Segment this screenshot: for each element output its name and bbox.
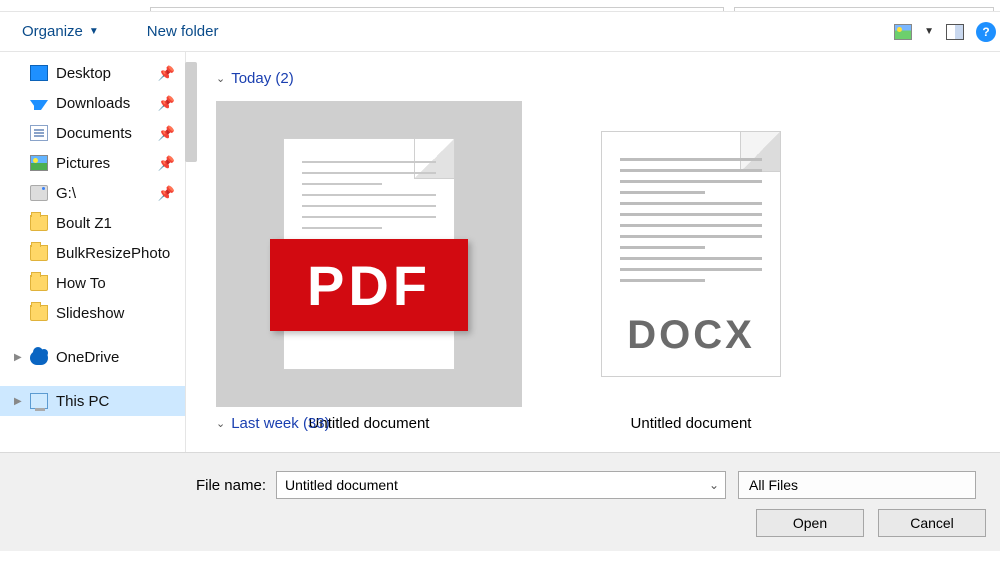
file-name: Untitled document — [602, 415, 780, 432]
downloads-icon — [30, 100, 48, 110]
pdf-thumbnail: PDF — [284, 139, 454, 369]
documents-icon — [30, 125, 48, 141]
sidebar-item-folder[interactable]: Slideshow — [0, 298, 185, 328]
navigation-sidebar: Desktop 📌 Downloads 📌 Documents 📌 Pictur… — [0, 52, 186, 452]
folder-icon — [30, 305, 48, 321]
sidebar-item-label: This PC — [56, 393, 109, 410]
new-folder-button[interactable]: New folder — [141, 19, 225, 44]
sidebar-item-label: G:\ — [56, 185, 76, 202]
pin-icon: 📌 — [158, 65, 175, 82]
sidebar-item-label: Slideshow — [56, 305, 124, 322]
drive-icon — [30, 185, 48, 201]
chevron-down-icon: ⌄ — [709, 478, 719, 492]
sidebar-item-label: Documents — [56, 125, 132, 142]
open-button[interactable]: Open — [756, 509, 864, 537]
sidebar-item-label: Pictures — [56, 155, 110, 172]
this-pc-icon — [30, 393, 48, 409]
chevron-right-icon: ▶ — [14, 396, 22, 407]
sidebar-item-folder[interactable]: Boult Z1 — [0, 208, 185, 238]
chevron-down-icon: ⌄ — [216, 72, 225, 85]
folder-icon — [30, 245, 48, 261]
toolbar: Organize ▼ New folder ▼ ? — [0, 12, 1000, 52]
organize-label: Organize — [22, 23, 83, 40]
chevron-down-icon: ⌄ — [216, 417, 225, 430]
organize-button[interactable]: Organize ▼ — [16, 19, 105, 44]
group-header-lastweek[interactable]: ⌄ Last week (33) — [216, 415, 330, 432]
sidebar-item-label: How To — [56, 275, 106, 292]
sidebar-item-label: Boult Z1 — [56, 215, 112, 232]
new-folder-label: New folder — [147, 23, 219, 40]
file-name-value: Untitled document — [285, 477, 398, 493]
file-name-label: File name: — [0, 477, 276, 494]
sidebar-item-documents[interactable]: Documents 📌 — [0, 118, 185, 148]
pictures-icon — [30, 155, 48, 171]
pin-icon: 📌 — [158, 95, 175, 112]
pin-icon: 📌 — [158, 125, 175, 142]
file-item-docx[interactable]: DOCX Untitled document — [602, 101, 780, 432]
group-count: (33) — [303, 415, 330, 432]
pdf-badge: PDF — [270, 239, 468, 331]
sidebar-item-folder[interactable]: BulkResizePhoto — [0, 238, 185, 268]
sidebar-item-label: OneDrive — [56, 349, 119, 366]
docx-thumbnail: DOCX — [602, 132, 780, 376]
file-item-pdf[interactable]: PDF Untitled document — [216, 101, 522, 432]
sidebar-item-label: BulkResizePhoto — [56, 245, 170, 262]
group-header-today[interactable]: ⌄ Today (2) — [216, 70, 980, 87]
sidebar-item-folder[interactable]: How To — [0, 268, 185, 298]
help-icon[interactable]: ? — [976, 22, 996, 42]
view-dropdown-icon[interactable]: ▼ — [924, 26, 934, 37]
pin-icon: 📌 — [158, 185, 175, 202]
group-count: (2) — [275, 70, 293, 87]
onedrive-icon — [30, 351, 48, 365]
sidebar-item-label: Downloads — [56, 95, 130, 112]
sidebar-item-onedrive[interactable]: ▶ OneDrive — [0, 342, 185, 372]
preview-pane-icon[interactable] — [946, 24, 964, 40]
group-label: Today — [231, 70, 271, 87]
sidebar-item-desktop[interactable]: Desktop 📌 — [0, 58, 185, 88]
folder-icon — [30, 275, 48, 291]
chevron-right-icon: ▶ — [14, 352, 22, 363]
docx-badge: DOCX — [602, 313, 780, 358]
pin-icon: 📌 — [158, 155, 175, 172]
cancel-button[interactable]: Cancel — [878, 509, 986, 537]
folder-icon — [30, 215, 48, 231]
file-name-input[interactable]: Untitled document ⌄ — [276, 471, 726, 499]
file-list: ⌄ Today (2) PDF Untitled document — [186, 52, 1000, 452]
sidebar-item-pictures[interactable]: Pictures 📌 — [0, 148, 185, 178]
dialog-footer: File name: Untitled document ⌄ All Files… — [0, 452, 1000, 551]
view-thumbnails-icon[interactable] — [894, 24, 912, 40]
desktop-icon — [30, 65, 48, 81]
sidebar-item-drive-g[interactable]: G:\ 📌 — [0, 178, 185, 208]
sidebar-item-downloads[interactable]: Downloads 📌 — [0, 88, 185, 118]
addressbar-stub — [0, 0, 1000, 12]
file-type-value: All Files — [749, 477, 798, 493]
main-area: Desktop 📌 Downloads 📌 Documents 📌 Pictur… — [0, 52, 1000, 452]
chevron-down-icon: ▼ — [89, 26, 99, 37]
file-type-select[interactable]: All Files — [738, 471, 976, 499]
sidebar-item-this-pc[interactable]: ▶ This PC — [0, 386, 185, 416]
sidebar-item-label: Desktop — [56, 65, 111, 82]
group-label: Last week — [231, 415, 299, 432]
